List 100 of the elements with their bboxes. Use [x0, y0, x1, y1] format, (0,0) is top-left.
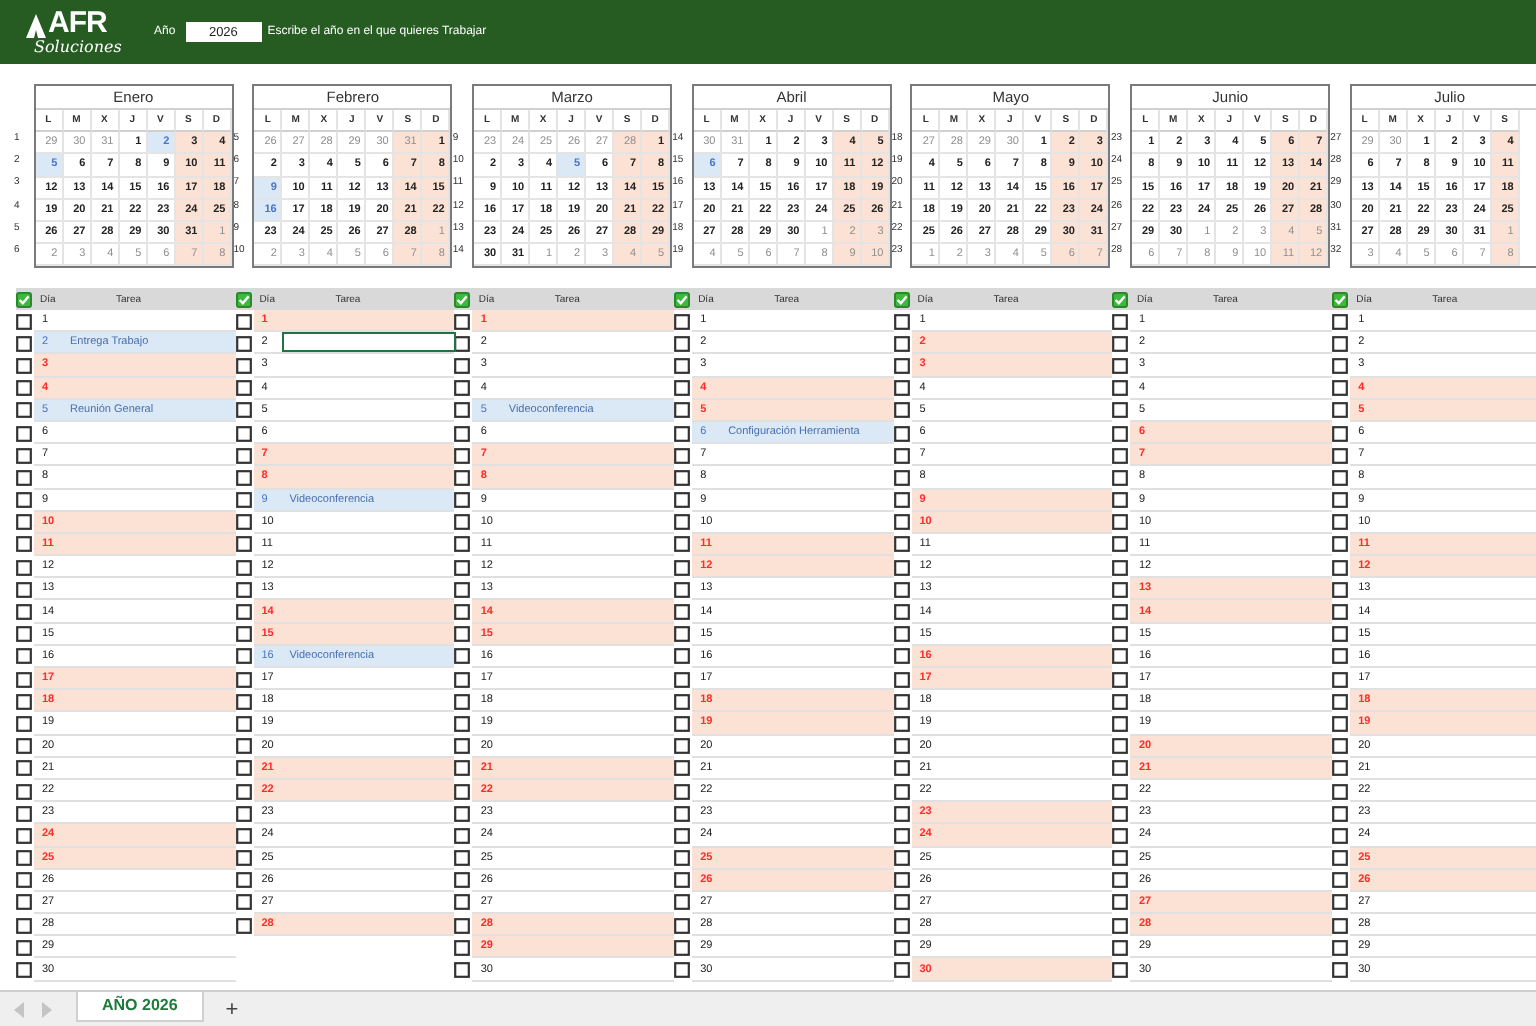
checkbox[interactable] [16, 850, 32, 867]
checkbox[interactable] [16, 581, 32, 598]
checkbox[interactable] [674, 648, 691, 665]
checkbox[interactable] [454, 760, 471, 777]
checkbox[interactable] [1112, 447, 1129, 464]
checkbox[interactable] [454, 402, 471, 419]
checkbox[interactable] [674, 469, 691, 486]
checkbox[interactable] [893, 962, 910, 979]
checkbox[interactable] [1332, 760, 1349, 777]
checkbox[interactable] [235, 693, 252, 710]
checkbox[interactable] [674, 962, 691, 979]
checkbox[interactable] [1332, 357, 1349, 374]
checkbox[interactable] [235, 402, 252, 419]
checkbox[interactable] [16, 962, 32, 979]
checkbox[interactable] [674, 313, 691, 330]
checkbox[interactable] [235, 760, 252, 777]
checkbox[interactable] [1332, 783, 1349, 800]
checkbox[interactable] [674, 581, 691, 598]
checkbox[interactable] [16, 604, 32, 621]
checkbox[interactable] [674, 783, 691, 800]
checkbox[interactable] [235, 894, 252, 911]
checkbox[interactable] [674, 738, 691, 755]
checkbox[interactable] [454, 425, 471, 442]
checkbox[interactable] [16, 335, 32, 352]
checkbox[interactable] [1112, 693, 1129, 710]
checkbox[interactable] [1332, 715, 1349, 732]
checkbox[interactable] [893, 939, 910, 956]
checkbox[interactable] [893, 604, 910, 621]
checkbox[interactable] [454, 894, 471, 911]
checkbox[interactable] [674, 760, 691, 777]
checkbox[interactable] [1332, 335, 1349, 352]
checkbox[interactable] [1112, 335, 1129, 352]
checkbox[interactable] [16, 671, 32, 688]
checkbox[interactable] [235, 604, 252, 621]
checkbox[interactable] [674, 447, 691, 464]
checkbox[interactable] [893, 514, 910, 531]
checkbox[interactable] [1332, 447, 1349, 464]
checkbox[interactable] [16, 425, 32, 442]
checkbox[interactable] [893, 738, 910, 755]
checkbox[interactable] [1332, 313, 1349, 330]
checkbox[interactable] [454, 872, 471, 889]
checkbox[interactable] [235, 380, 252, 397]
checkbox[interactable] [893, 447, 910, 464]
checkbox[interactable] [1332, 894, 1349, 911]
checkbox[interactable] [1112, 738, 1129, 755]
checkbox[interactable] [893, 536, 910, 553]
checkbox[interactable] [893, 581, 910, 598]
checkbox[interactable] [16, 447, 32, 464]
checkbox[interactable] [16, 783, 32, 800]
checkbox[interactable] [674, 514, 691, 531]
checkbox[interactable] [1112, 604, 1129, 621]
checkbox[interactable] [454, 648, 471, 665]
checkbox[interactable] [1112, 827, 1129, 844]
checkbox[interactable] [454, 581, 471, 598]
checkbox[interactable] [674, 492, 691, 509]
checkbox[interactable] [235, 827, 252, 844]
checkbox[interactable] [1112, 850, 1129, 867]
checkbox[interactable] [235, 447, 252, 464]
checkbox[interactable] [454, 380, 471, 397]
checkbox[interactable] [454, 469, 471, 486]
checkbox[interactable] [1332, 850, 1349, 867]
checkbox[interactable] [674, 357, 691, 374]
checkbox[interactable] [235, 291, 252, 307]
checkbox[interactable] [454, 939, 471, 956]
checkbox[interactable] [1332, 380, 1349, 397]
checkbox[interactable] [674, 715, 691, 732]
checkbox[interactable] [1332, 402, 1349, 419]
checkbox[interactable] [454, 492, 471, 509]
checkbox[interactable] [674, 402, 691, 419]
checkbox[interactable] [16, 536, 32, 553]
checkbox[interactable] [1332, 939, 1349, 956]
checkbox[interactable] [674, 425, 691, 442]
checkbox[interactable] [1332, 291, 1349, 307]
checkbox[interactable] [893, 917, 910, 934]
checkbox[interactable] [674, 894, 691, 911]
checkbox[interactable] [674, 380, 691, 397]
checkbox[interactable] [1332, 827, 1349, 844]
checkbox[interactable] [235, 738, 252, 755]
checkbox[interactable] [1112, 805, 1129, 822]
checkbox[interactable] [1112, 559, 1129, 576]
checkbox[interactable] [16, 693, 32, 710]
checkbox[interactable] [674, 693, 691, 710]
checkbox[interactable] [235, 313, 252, 330]
checkbox[interactable] [16, 313, 32, 330]
checkbox[interactable] [1332, 738, 1349, 755]
checkbox[interactable] [893, 425, 910, 442]
checkbox[interactable] [1112, 469, 1129, 486]
checkbox[interactable] [454, 514, 471, 531]
checkbox[interactable] [1112, 380, 1129, 397]
checkbox[interactable] [235, 357, 252, 374]
checkbox[interactable] [1332, 671, 1349, 688]
checkbox[interactable] [235, 783, 252, 800]
checkbox[interactable] [16, 715, 32, 732]
checkbox[interactable] [235, 850, 252, 867]
checkbox[interactable] [674, 917, 691, 934]
checkbox[interactable] [674, 850, 691, 867]
checkbox[interactable] [16, 291, 32, 307]
checkbox[interactable] [16, 939, 32, 956]
checkbox[interactable] [235, 536, 252, 553]
checkbox[interactable] [235, 626, 252, 643]
